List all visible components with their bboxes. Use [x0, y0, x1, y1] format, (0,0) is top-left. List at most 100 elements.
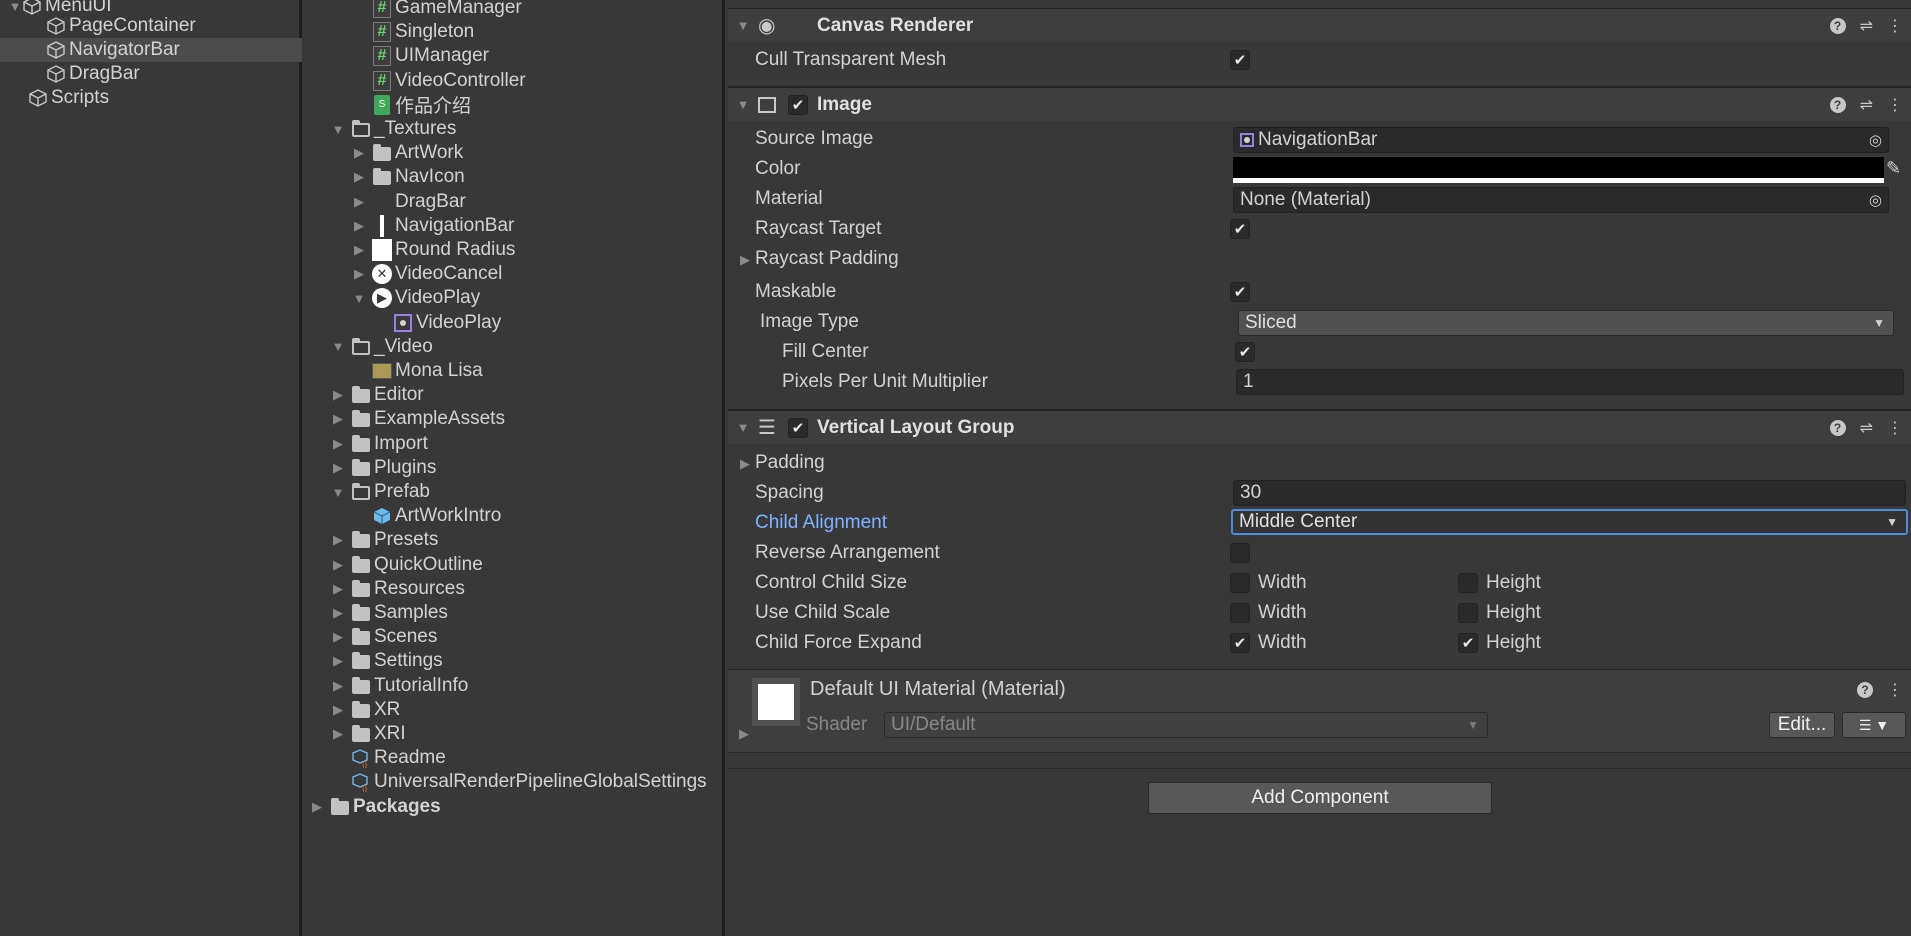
expand-arrow-icon[interactable]: ▶: [352, 266, 366, 281]
shader-options-button[interactable]: ☰ ▼: [1842, 712, 1906, 738]
image-enabled-checkbox[interactable]: ✔: [788, 95, 808, 115]
force-expand-width-checkbox[interactable]: ✔: [1230, 633, 1250, 653]
project-item[interactable]: ▶ Presets: [305, 528, 725, 552]
more-icon[interactable]: ⋮: [1887, 418, 1903, 438]
expand-arrow-icon[interactable]: ▶: [331, 557, 345, 572]
project-item[interactable]: ▶ Samples: [305, 601, 725, 625]
image-header[interactable]: ▼ ✔ Image ? ⇌ ⋮: [728, 87, 1911, 121]
project-item[interactable]: ▶ Resources: [305, 577, 725, 601]
object-picker-icon[interactable]: ◎: [1869, 131, 1882, 149]
spacing-field[interactable]: 30: [1233, 480, 1906, 506]
force-expand-height-checkbox[interactable]: ✔: [1458, 633, 1478, 653]
add-component-button[interactable]: Add Component: [1148, 782, 1492, 814]
more-icon[interactable]: ⋮: [1887, 680, 1903, 700]
project-item[interactable]: ▶ XRI: [305, 722, 725, 746]
expand-arrow-icon[interactable]: ▶: [331, 411, 345, 426]
project-item[interactable]: {} UniversalRenderPipelineGlobalSettings: [305, 770, 725, 794]
object-picker-icon[interactable]: ◎: [1869, 191, 1882, 209]
expand-arrow-icon[interactable]: ▶: [352, 242, 366, 257]
project-item[interactable]: # UIManager: [305, 44, 725, 68]
shader-dropdown[interactable]: UI/Default ▼: [884, 712, 1488, 738]
hierarchy-item[interactable]: PageContainer: [0, 14, 302, 38]
project-item[interactable]: S 作品介绍: [305, 93, 725, 117]
project-item[interactable]: Mona Lisa: [305, 359, 725, 383]
raycast-target-checkbox[interactable]: ✔: [1230, 219, 1250, 239]
expand-arrow-icon[interactable]: ▶: [331, 653, 345, 668]
project-item[interactable]: ▶ QuickOutline: [305, 553, 725, 577]
more-icon[interactable]: ⋮: [1887, 16, 1903, 36]
expand-arrow-icon[interactable]: ▶: [331, 387, 345, 402]
help-icon[interactable]: ?: [1857, 682, 1873, 698]
vertical-layout-group-header[interactable]: ▼ ☰ ✔ Vertical Layout Group ? ⇌ ⋮: [728, 410, 1911, 444]
maskable-checkbox[interactable]: ✔: [1230, 282, 1250, 302]
expand-arrow-icon[interactable]: ▶: [331, 726, 345, 741]
padding-label[interactable]: Padding: [755, 452, 825, 474]
use-scale-width-checkbox[interactable]: [1230, 603, 1250, 623]
help-icon[interactable]: ?: [1829, 96, 1846, 113]
expand-arrow-icon[interactable]: ▼: [331, 339, 345, 354]
expand-arrow-icon[interactable]: ▶: [331, 678, 345, 693]
vlg-enabled-checkbox[interactable]: ✔: [788, 418, 808, 438]
expand-arrow-icon[interactable]: ▼: [352, 291, 366, 306]
project-item[interactable]: # Singleton: [305, 20, 725, 44]
project-item[interactable]: VideoPlay: [305, 311, 725, 335]
project-item[interactable]: ▼ ▶ VideoPlay: [305, 286, 725, 310]
color-swatch[interactable]: [1233, 157, 1884, 183]
collapse-arrow-icon[interactable]: ▼: [736, 18, 750, 33]
canvas-renderer-header[interactable]: ▼ ◉ Canvas Renderer ? ⇌ ⋮: [728, 8, 1911, 42]
project-item[interactable]: ▶ Plugins: [305, 456, 725, 480]
expand-arrow-icon[interactable]: ▶: [738, 456, 752, 471]
hierarchy-item[interactable]: NavigatorBar: [0, 38, 302, 62]
project-item[interactable]: ▶ Settings: [305, 649, 725, 673]
expand-arrow-icon[interactable]: ▶: [331, 581, 345, 596]
project-item[interactable]: ▶ Import: [305, 432, 725, 456]
child-alignment-dropdown[interactable]: Middle Center ▼: [1231, 509, 1908, 535]
hierarchy-item[interactable]: Scripts: [0, 86, 302, 110]
expand-arrow-icon[interactable]: ▶: [331, 629, 345, 644]
project-item[interactable]: ▶ NavigationBar: [305, 214, 725, 238]
material-field[interactable]: None (Material) ◎: [1233, 187, 1889, 213]
hierarchy-item[interactable]: DragBar: [0, 62, 302, 86]
project-item[interactable]: ▶ DragBar: [305, 190, 725, 214]
image-type-dropdown[interactable]: Sliced ▼: [1238, 310, 1894, 336]
project-item[interactable]: ▶ XR: [305, 698, 725, 722]
project-item[interactable]: ▶ Round Radius: [305, 238, 725, 262]
help-icon[interactable]: ?: [1829, 419, 1846, 436]
reverse-arrangement-checkbox[interactable]: [1230, 543, 1250, 563]
project-item[interactable]: ▶ ExampleAssets: [305, 407, 725, 431]
project-item[interactable]: ▼ Prefab: [305, 480, 725, 504]
help-icon[interactable]: ?: [1829, 17, 1846, 34]
project-item[interactable]: {} Readme: [305, 746, 725, 770]
ppu-field[interactable]: 1: [1236, 369, 1904, 395]
raycast-padding-label[interactable]: Raycast Padding: [755, 248, 899, 270]
source-image-field[interactable]: NavigationBar ◎: [1233, 127, 1889, 153]
use-scale-height-checkbox[interactable]: [1458, 603, 1478, 623]
preset-icon[interactable]: ⇌: [1860, 16, 1873, 36]
preset-icon[interactable]: ⇌: [1860, 418, 1873, 438]
cull-transparent-checkbox[interactable]: ✔: [1230, 50, 1250, 70]
project-item[interactable]: # GameManager: [305, 0, 725, 20]
project-item[interactable]: ▶ TutorialInfo: [305, 674, 725, 698]
project-item[interactable]: ▶ ArtWork: [305, 141, 725, 165]
project-item[interactable]: ArtWorkIntro: [305, 504, 725, 528]
edit-shader-button[interactable]: Edit...: [1769, 712, 1835, 738]
expand-arrow-icon[interactable]: ▶: [331, 702, 345, 717]
project-item[interactable]: ▼ _Textures: [305, 117, 725, 141]
eyedropper-icon[interactable]: ✎: [1886, 158, 1901, 179]
control-size-width-checkbox[interactable]: [1230, 573, 1250, 593]
expand-arrow-icon[interactable]: ▶: [310, 799, 324, 814]
project-item[interactable]: ▶ Editor: [305, 383, 725, 407]
collapse-arrow-icon[interactable]: ▼: [736, 97, 750, 112]
expand-arrow-icon[interactable]: ▶: [352, 194, 366, 209]
project-item[interactable]: ▶ NavIcon: [305, 165, 725, 189]
expand-arrow-icon[interactable]: ▼: [8, 0, 22, 14]
project-item[interactable]: ▶ Scenes: [305, 625, 725, 649]
expand-arrow-icon[interactable]: ▶: [352, 218, 366, 233]
fill-center-checkbox[interactable]: ✔: [1235, 342, 1255, 362]
expand-arrow-icon[interactable]: ▶: [737, 726, 751, 741]
expand-arrow-icon[interactable]: ▼: [331, 485, 345, 500]
expand-arrow-icon[interactable]: ▶: [331, 605, 345, 620]
more-icon[interactable]: ⋮: [1887, 95, 1903, 115]
expand-arrow-icon[interactable]: ▶: [331, 460, 345, 475]
expand-arrow-icon[interactable]: ▶: [331, 436, 345, 451]
